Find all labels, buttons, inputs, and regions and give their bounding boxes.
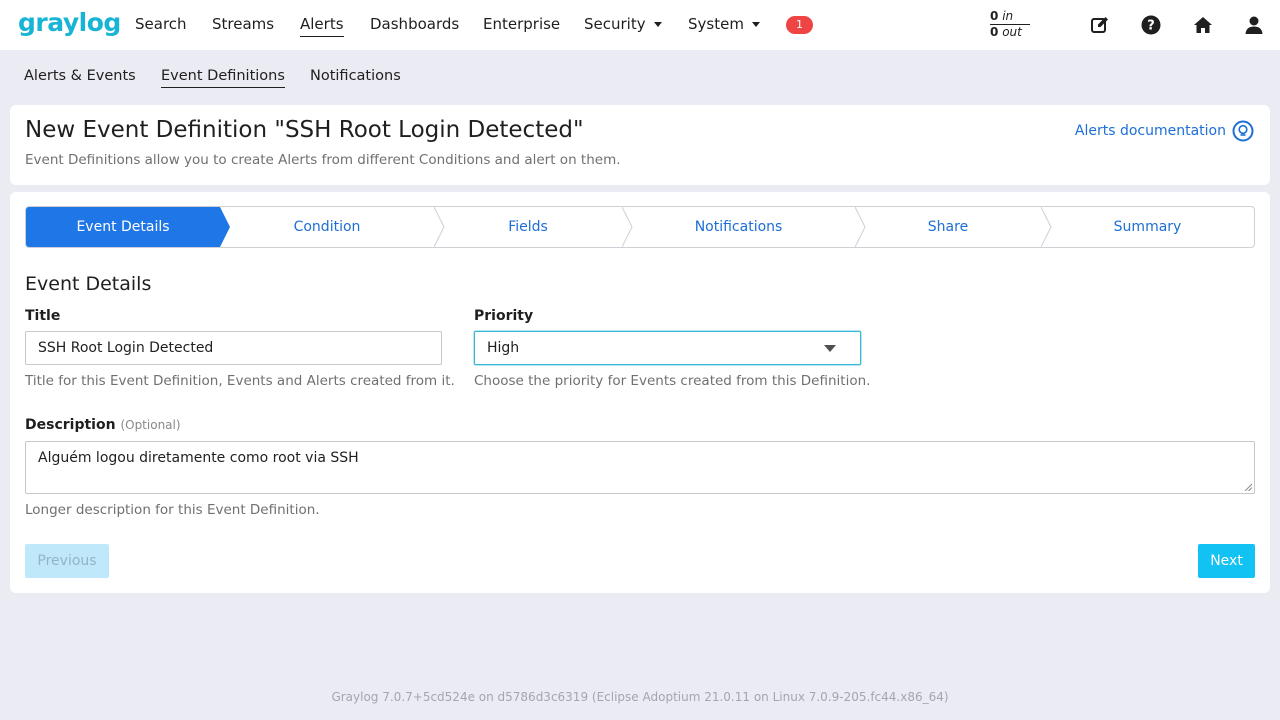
step-divider-arrow	[434, 207, 445, 247]
section-title: Event Details	[25, 273, 152, 295]
step-divider-arrow	[220, 207, 230, 247]
description-help-text: Longer description for this Event Defini…	[25, 502, 320, 518]
throughput-in: 0 in	[990, 9, 1030, 25]
graylog-logo[interactable]: graylog	[18, 8, 121, 37]
priority-selected-value: High	[487, 340, 520, 356]
step-notifications[interactable]: Notifications	[622, 207, 855, 247]
title-input[interactable]: SSH Root Login Detected	[25, 331, 442, 365]
optional-tag: (Optional)	[120, 418, 181, 432]
priority-select[interactable]: High	[474, 331, 861, 365]
help-icon[interactable]: ?	[1140, 14, 1162, 36]
nav-alerts[interactable]: Alerts	[300, 15, 344, 37]
step-divider-arrow	[855, 207, 866, 247]
title-help-text: Title for this Event Definition, Events …	[25, 373, 455, 389]
svg-text:?: ?	[1147, 19, 1155, 34]
throughput-indicator[interactable]: 0 in 0 out	[990, 9, 1030, 40]
nav-streams[interactable]: Streams	[212, 15, 274, 33]
nav-enterprise[interactable]: Enterprise	[483, 15, 560, 33]
next-button[interactable]: Next	[1198, 544, 1255, 578]
subnav-alerts-events[interactable]: Alerts & Events	[24, 68, 136, 84]
subnav-event-definitions[interactable]: Event Definitions	[161, 68, 285, 88]
edit-icon[interactable]	[1089, 14, 1111, 36]
page-title: New Event Definition "SSH Root Login Det…	[25, 117, 584, 143]
wizard-stepper: Event Details Condition Fields Notificat…	[25, 206, 1255, 248]
nav-system-dropdown[interactable]: System	[688, 15, 760, 33]
home-icon[interactable]	[1192, 14, 1214, 36]
description-value: Alguém logou diretamente como root via S…	[38, 450, 359, 466]
title-label: Title	[25, 308, 61, 324]
step-summary[interactable]: Summary	[1041, 207, 1254, 247]
event-definition-form-panel: Event Details Condition Fields Notificat…	[10, 192, 1270, 593]
priority-label: Priority	[474, 308, 534, 324]
nav-system-label: System	[688, 15, 744, 33]
resize-handle-icon[interactable]	[1244, 483, 1252, 491]
chevron-down-icon	[653, 22, 662, 27]
nav-dashboards[interactable]: Dashboards	[370, 15, 459, 33]
nav-security-label: Security	[584, 15, 646, 33]
throughput-out: 0 out	[990, 25, 1022, 39]
alerts-documentation-link[interactable]: Alerts documentation	[1075, 123, 1226, 139]
step-event-details[interactable]: Event Details	[26, 207, 220, 247]
step-share[interactable]: Share	[855, 207, 1041, 247]
nav-security-dropdown[interactable]: Security	[584, 15, 662, 33]
step-divider-arrow	[622, 207, 633, 247]
priority-help-text: Choose the priority for Events created f…	[474, 373, 871, 389]
page-header-panel: New Event Definition "SSH Root Login Det…	[10, 105, 1270, 185]
subnav-notifications[interactable]: Notifications	[310, 68, 401, 84]
top-navbar: graylog Search Streams Alerts Dashboards…	[0, 0, 1280, 50]
footer-version-text: Graylog 7.0.7+5cd524e on d5786d3c6319 (E…	[331, 690, 949, 704]
chevron-down-icon	[824, 345, 836, 352]
lightbulb-icon[interactable]	[1232, 120, 1254, 142]
previous-button[interactable]: Previous	[25, 544, 109, 578]
description-label: Description (Optional)	[25, 417, 181, 433]
step-condition[interactable]: Condition	[220, 207, 434, 247]
user-icon[interactable]	[1243, 14, 1265, 36]
chevron-down-icon	[751, 22, 760, 27]
description-textarea[interactable]: Alguém logou diretamente como root via S…	[25, 441, 1255, 494]
notifications-badge[interactable]: 1	[786, 16, 813, 34]
page-subtitle: Event Definitions allow you to create Al…	[25, 152, 621, 168]
nav-search[interactable]: Search	[135, 15, 187, 33]
step-divider-arrow	[1041, 207, 1052, 247]
step-fields[interactable]: Fields	[434, 207, 622, 247]
